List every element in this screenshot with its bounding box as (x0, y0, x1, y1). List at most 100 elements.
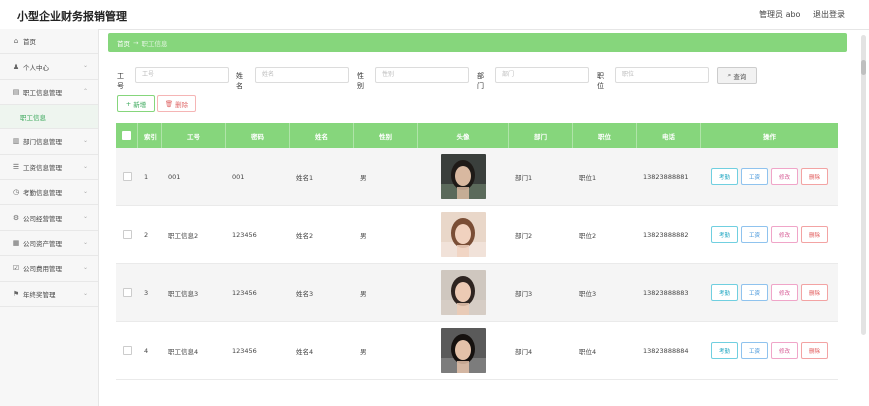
header-password: 密码 (226, 123, 290, 148)
sidebar-item-label: 首页 (23, 38, 36, 47)
chevron-down-icon: ⌄ (82, 187, 88, 195)
chevron-down-icon: ⌄ (82, 264, 88, 272)
attendance-button[interactable]: 考勤 (711, 342, 738, 359)
flag-icon: ⚑ (12, 289, 20, 298)
sidebar-item-8[interactable]: ☑ 公司费用管理 ⌄ (0, 256, 98, 282)
header-index: 索引 (138, 123, 162, 148)
attendance-button[interactable]: 考勤 (711, 168, 738, 185)
cell-avatar (418, 148, 509, 205)
delete-button[interactable]: 删除 (801, 284, 828, 301)
header-position: 职位 (573, 123, 637, 148)
batch-delete-button[interactable]: 🗑 删除 (157, 95, 196, 112)
row-checkbox[interactable] (122, 346, 132, 355)
edit-button[interactable]: 修改 (771, 284, 798, 301)
cell-actions: 考勤 工资 修改 删除 (701, 206, 838, 263)
list-icon: ▤ (12, 87, 20, 96)
cell-position: 职位4 (579, 347, 597, 356)
add-button[interactable]: + 新增 (117, 95, 155, 112)
logout-link[interactable]: 退出登录 (813, 10, 845, 19)
header-avatar: 头像 (418, 123, 509, 148)
avatar (441, 328, 486, 373)
cell-select (116, 264, 138, 321)
scrollbar-track[interactable] (861, 35, 866, 335)
avatar (441, 270, 486, 315)
sidebar-item-4[interactable]: ☰ 工资信息管理 ⌄ (0, 155, 98, 180)
sidebar-item-1[interactable]: ♟ 个人中心 ⌄ (0, 54, 98, 80)
header-phone: 电话 (637, 123, 701, 148)
breadcrumb-current: 职工信息 (141, 39, 168, 48)
cell-password: 123456 (232, 230, 257, 239)
search-input-gender[interactable]: 性别 (375, 67, 469, 83)
row-checkbox[interactable] (122, 288, 132, 297)
user-icon: ♟ (12, 62, 20, 71)
cell-gender: 男 (360, 231, 367, 240)
top-bar: 小型企业财务报销管理 管理员 abo 退出登录 (0, 0, 869, 30)
delete-button[interactable]: 删除 (801, 226, 828, 243)
table-row: 4 职工信息4 123456 姓名4 男 部门4 职位4 13823888884 考勤 工资 修改删… (116, 322, 838, 380)
delete-button[interactable]: 删除 (801, 168, 828, 185)
cell-avatar (418, 206, 509, 263)
scrollbar-thumb[interactable] (861, 60, 866, 75)
cell-select (116, 148, 138, 205)
sidebar-item-label: 工资信息管理 (23, 163, 62, 172)
sidebar-item-6[interactable]: ⚙ 公司经营管理 ⌄ (0, 205, 98, 231)
salary-button[interactable]: 工资 (741, 226, 768, 243)
row-checkbox[interactable] (122, 172, 132, 181)
cell-id: 001 (168, 172, 181, 181)
sidebar-item-label: 职工信息管理 (23, 88, 62, 97)
cell-name: 姓名1 (296, 173, 314, 182)
edit-button[interactable]: 修改 (771, 342, 798, 359)
salary-button[interactable]: 工资 (741, 168, 768, 185)
current-user: 管理员 abo (759, 10, 801, 19)
sidebar-item-2[interactable]: ▤ 职工信息管理 ⌃ (0, 80, 98, 106)
sidebar-item-3[interactable]: ▥ 部门信息管理 ⌄ (0, 129, 98, 155)
cell-dept: 部门4 (515, 347, 533, 356)
cell-actions: 考勤 工资 修改 删除 (701, 148, 838, 205)
chevron-up-icon: ⌃ (82, 87, 88, 95)
cell-position: 职位2 (579, 231, 597, 240)
search-input-name[interactable]: 姓名 (255, 67, 349, 83)
sidebar-item-label: 年终奖管理 (23, 290, 56, 299)
edit-button[interactable]: 修改 (771, 226, 798, 243)
chevron-down-icon: ⌄ (82, 137, 88, 145)
search-input-id[interactable]: 工号 (135, 67, 229, 83)
header-actions: 操作 (763, 132, 776, 141)
search-input-dept[interactable]: 部门 (495, 67, 589, 83)
cell-actions: 考勤 工资 修改 删除 (701, 264, 838, 321)
header-select-all[interactable] (116, 123, 138, 148)
sidebar-item-7[interactable]: ▦ 公司资产管理 ⌄ (0, 231, 98, 257)
salary-button[interactable]: 工资 (741, 284, 768, 301)
search-input-position[interactable]: 职位 (615, 67, 709, 83)
cell-id: 职工信息4 (168, 347, 199, 356)
cell-gender: 男 (360, 289, 367, 298)
cell-index: 2 (144, 230, 149, 239)
add-button-label: 新增 (133, 100, 147, 109)
sidebar: ⌂ 首页 ♟ 个人中心 ⌄ ▤ 职工信息管理 ⌃ 职工信息 ▥ 部门信息管理 ⌄ ☰ 工资信息管理 ⌄ ◷ 考勤… (0, 29, 99, 406)
cell-position: 职位3 (579, 289, 597, 298)
breadcrumb-home[interactable]: 首页 (117, 38, 130, 48)
cell-avatar (418, 322, 509, 379)
cell-name: 姓名3 (296, 289, 314, 298)
sidebar-item-9[interactable]: ⚑ 年终奖管理 ⌄ (0, 282, 98, 307)
delete-button[interactable]: 删除 (801, 342, 828, 359)
chevron-down-icon: ⌄ (82, 162, 88, 170)
attendance-button[interactable]: 考勤 (711, 226, 738, 243)
select-all-checkbox[interactable] (122, 131, 131, 140)
batch-delete-label: 删除 (175, 100, 189, 109)
cell-actions: 考勤 工资 修改 删除 (701, 322, 838, 379)
header-name: 姓名 (290, 123, 354, 148)
check-icon: ☑ (12, 264, 20, 273)
trash-icon: 🗑 (164, 99, 174, 108)
home-icon: ⌂ (13, 37, 19, 46)
chevron-down-icon: ⌄ (82, 289, 88, 297)
cell-phone: 13823888882 (643, 230, 689, 239)
cell-index: 1 (144, 172, 149, 181)
search-button[interactable]: ⌕ 查询 (717, 67, 757, 84)
row-checkbox[interactable] (122, 230, 132, 239)
edit-button[interactable]: 修改 (771, 168, 798, 185)
salary-button[interactable]: 工资 (741, 342, 768, 359)
sidebar-subitem-staff-info[interactable]: 职工信息 (0, 105, 98, 130)
sidebar-item-5[interactable]: ◷ 考勤信息管理 ⌄ (0, 180, 98, 206)
attendance-button[interactable]: 考勤 (711, 284, 738, 301)
sidebar-item-0[interactable]: ⌂ 首页 (0, 29, 98, 55)
